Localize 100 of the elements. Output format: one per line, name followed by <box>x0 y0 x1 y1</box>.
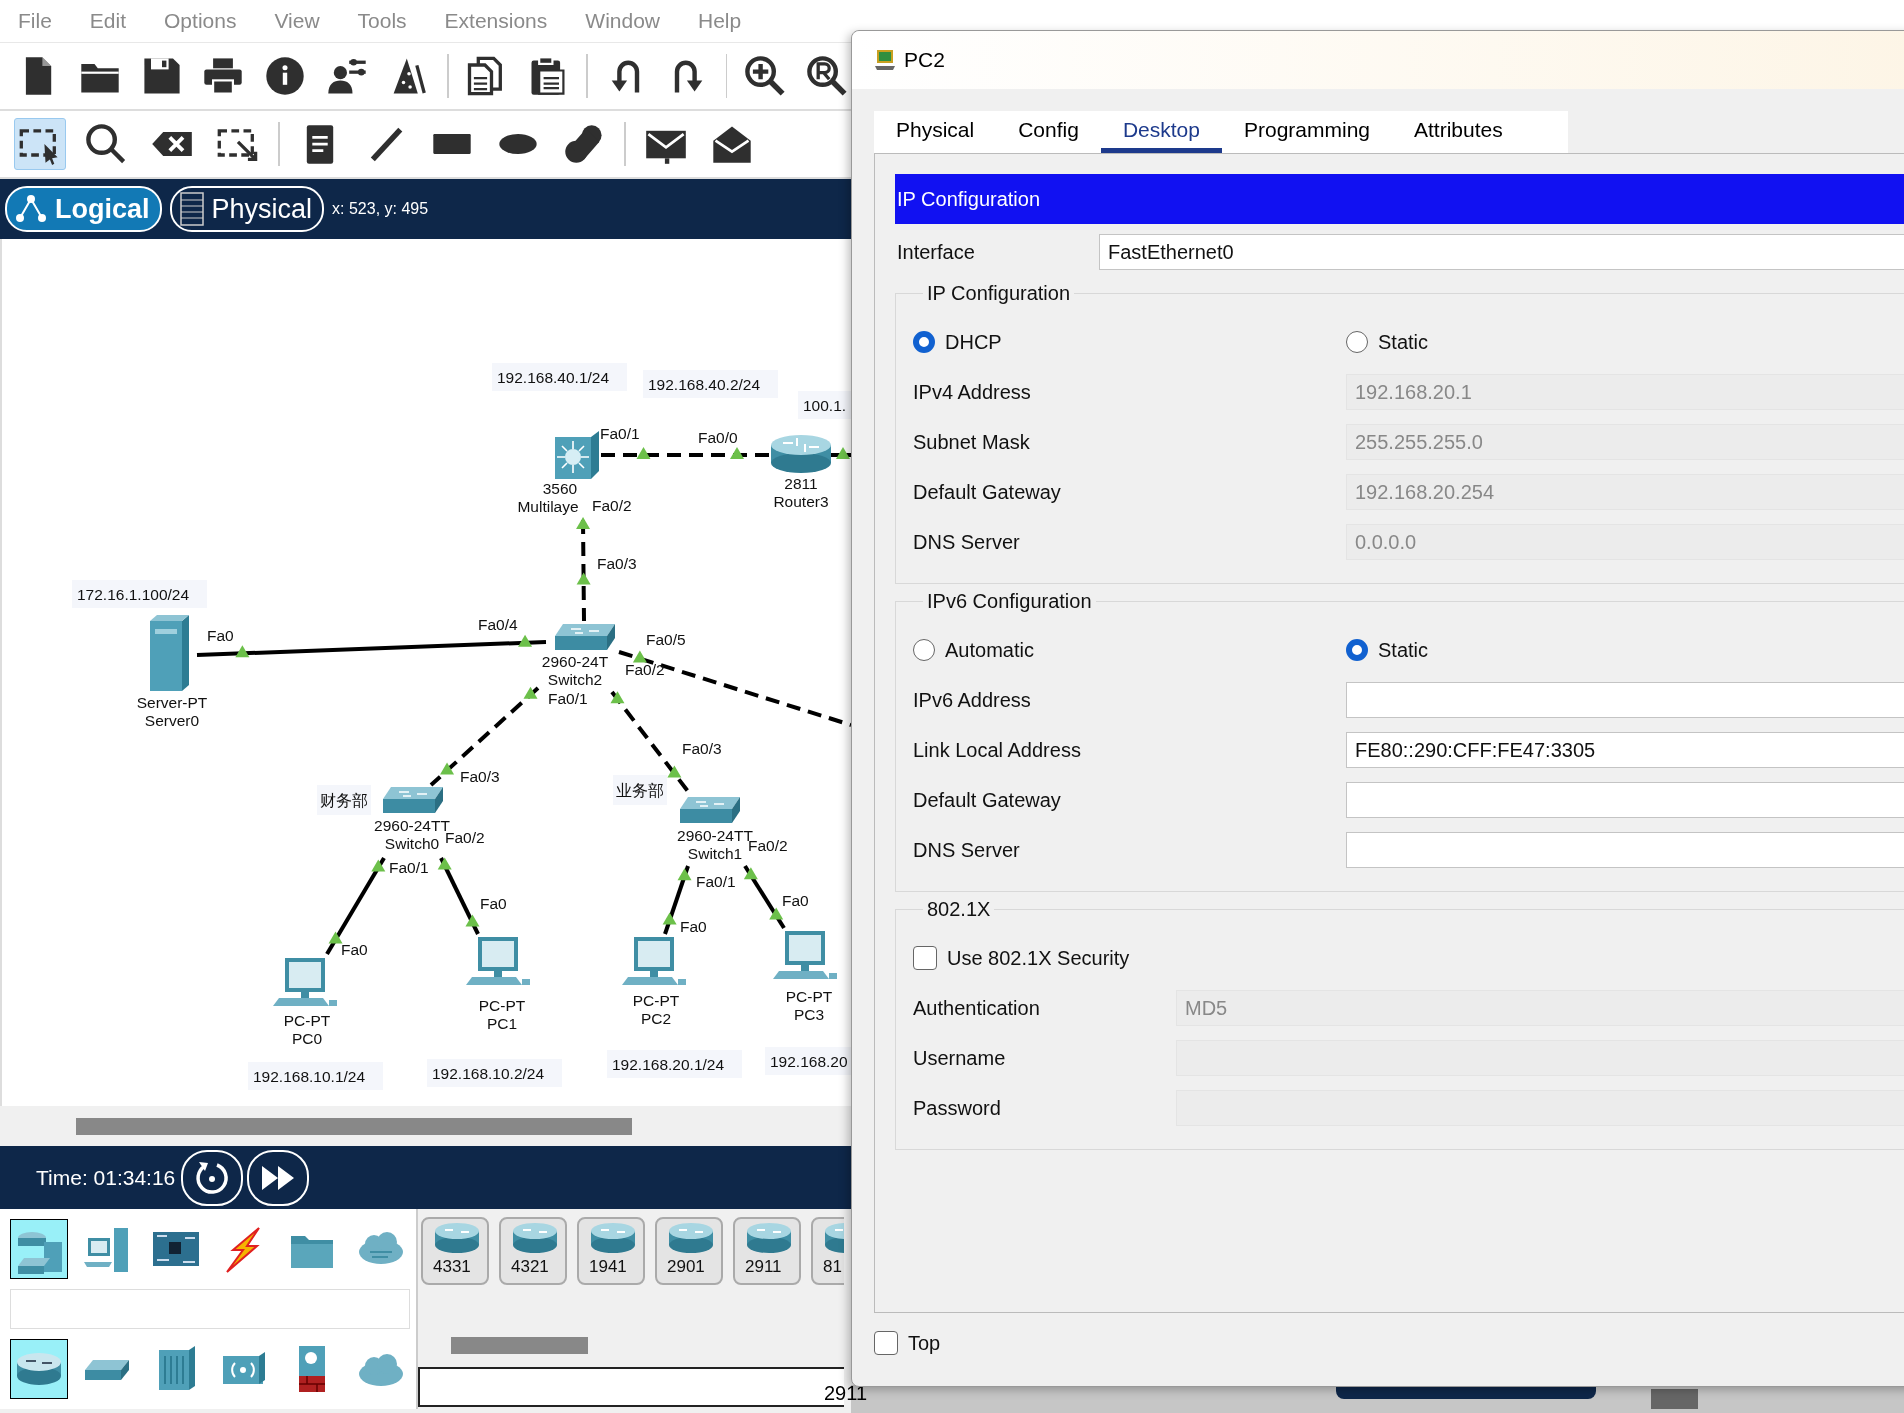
device-label: Switch1 <box>687 845 743 862</box>
device-label: PC-PT <box>632 992 680 1009</box>
cable-link[interactable] <box>601 447 771 459</box>
area-label: 业务部 <box>613 775 667 805</box>
reset-button[interactable] <box>181 1149 244 1206</box>
device-label: Multilaye <box>517 498 579 515</box>
cursor-coordinates: x: 523, y: 495 <box>332 200 429 218</box>
device-label: Switch2 <box>547 671 603 688</box>
computer-icon[interactable] <box>773 931 837 979</box>
port-label: Fa0 <box>480 895 507 912</box>
input-field[interactable]: FE80::290:CFF:FE47:3305 <box>1346 732 1904 768</box>
device-label: 2960-24T <box>541 653 609 670</box>
device-label: PC-PT <box>478 997 526 1014</box>
fast-forward-button[interactable] <box>247 1149 310 1206</box>
router-model-button[interactable]: 1941 <box>577 1217 645 1285</box>
scrollbar-thumb[interactable] <box>1651 1389 1698 1409</box>
workspace-tab[interactable]: Logical <box>5 186 162 232</box>
interface-field[interactable]: FastEthernet0 <box>1099 234 1904 270</box>
router-model-button[interactable]: 4331 <box>421 1217 489 1285</box>
device-label: PC-PT <box>283 1012 331 1029</box>
subcategory-button[interactable] <box>10 1339 69 1399</box>
search-icon <box>84 122 128 166</box>
tab[interactable]: Attributes <box>1392 111 1525 153</box>
tab[interactable]: Physical <box>874 111 997 153</box>
tab[interactable]: Config <box>996 111 1101 153</box>
input-field[interactable] <box>1346 682 1904 718</box>
port-label: Fa0/2 <box>592 497 632 514</box>
switch-icon[interactable] <box>680 797 740 823</box>
field-label: IPv6 Address <box>913 688 1032 712</box>
input-field[interactable] <box>1346 832 1904 868</box>
port-label: Fa0/3 <box>460 768 500 785</box>
area-label: 财务部 <box>317 785 371 815</box>
port-label: Fa0/1 <box>548 690 588 707</box>
field-label: Password <box>913 1096 1002 1120</box>
group-title: IP Configuration <box>926 282 1072 305</box>
router-model-button[interactable]: 2901 <box>655 1217 723 1285</box>
workspace-tab[interactable]: Physical <box>169 186 325 232</box>
section-header: IP Configuration <box>895 174 1904 224</box>
field-label: Authentication <box>913 996 1041 1020</box>
multilayer-switch-icon[interactable] <box>555 431 599 479</box>
port-label: Fa0/5 <box>646 631 686 648</box>
device-label: 3560 <box>542 480 578 497</box>
cable-link[interactable] <box>325 857 386 955</box>
window-title: PC2 <box>904 48 945 72</box>
port-label: Fa0 <box>207 627 234 644</box>
router-model-button[interactable]: 81 <box>811 1217 844 1285</box>
port-label: Fa0/1 <box>696 873 736 890</box>
switch-icon[interactable] <box>383 787 443 813</box>
radio-button[interactable]: Static <box>1346 638 1429 662</box>
device-label: 2811 <box>784 475 818 492</box>
checkbox[interactable]: Top <box>874 1331 941 1355</box>
rack-icon <box>179 192 204 226</box>
radio-button[interactable]: Static <box>1346 330 1429 354</box>
category-button[interactable] <box>10 1219 69 1279</box>
router-model-button[interactable]: 2911 <box>733 1217 801 1285</box>
port-label: Fa0/1 <box>600 425 640 442</box>
device-label: Switch0 <box>384 835 440 852</box>
field-label: DNS Server <box>913 838 1021 862</box>
cable-link[interactable] <box>831 447 851 459</box>
scrollbar-thumb[interactable] <box>76 1117 632 1135</box>
input-field[interactable] <box>1346 782 1904 818</box>
port-label: Fa0 <box>341 941 368 958</box>
server-icon[interactable] <box>150 615 189 691</box>
cable-link[interactable] <box>618 650 851 727</box>
ip-label: 192.168.10.1/24 <box>248 1062 383 1090</box>
field-label: IPv4 Address <box>913 380 1032 404</box>
router-model-button[interactable]: 4321 <box>499 1217 567 1285</box>
ip-label: 100.1. <box>798 391 851 419</box>
cable-link[interactable] <box>437 857 480 935</box>
group-title: 802.1X <box>926 898 992 921</box>
tool-button[interactable] <box>14 118 66 170</box>
port-label: Fa0/0 <box>698 429 738 446</box>
checkbox[interactable]: Use 802.1X Security <box>913 946 1130 970</box>
radio-button[interactable]: Automatic <box>913 638 1034 662</box>
field-label: DNS Server <box>913 530 1021 554</box>
ip-label: 172.16.1.100/24 <box>72 580 207 608</box>
computer-icon[interactable] <box>622 937 686 985</box>
computer-icon[interactable] <box>466 937 530 985</box>
radio-button[interactable]: DHCP <box>913 330 1002 354</box>
port-label: Fa0/2 <box>625 661 665 678</box>
ip-label: 192.168.40.1/24 <box>492 363 627 391</box>
computer-icon[interactable] <box>273 958 337 1006</box>
ip-label: 192.168.20.1/24 <box>607 1050 742 1078</box>
ip-label: 192.168.20 <box>765 1047 851 1075</box>
fast-forward-icon <box>261 1164 296 1191</box>
port-label: Fa0 <box>782 892 809 909</box>
device-label: PC0 <box>291 1030 323 1047</box>
cable-link[interactable] <box>429 686 540 787</box>
tab[interactable]: Programming <box>1221 111 1392 153</box>
cable-link[interactable] <box>576 517 591 622</box>
field-label: Default Gateway <box>913 480 1062 504</box>
router-icon[interactable] <box>771 435 831 473</box>
model-name: 2911 <box>824 1381 867 1405</box>
field-label: Default Gateway <box>913 788 1062 812</box>
switch-icon[interactable] <box>555 624 615 650</box>
ip-label: 192.168.40.2/24 <box>643 370 778 398</box>
device-label: PC2 <box>640 1010 672 1027</box>
field-label: Link Local Address <box>913 738 1082 762</box>
port-label: Fa0/3 <box>597 555 637 572</box>
scrollbar-thumb[interactable] <box>451 1337 588 1354</box>
